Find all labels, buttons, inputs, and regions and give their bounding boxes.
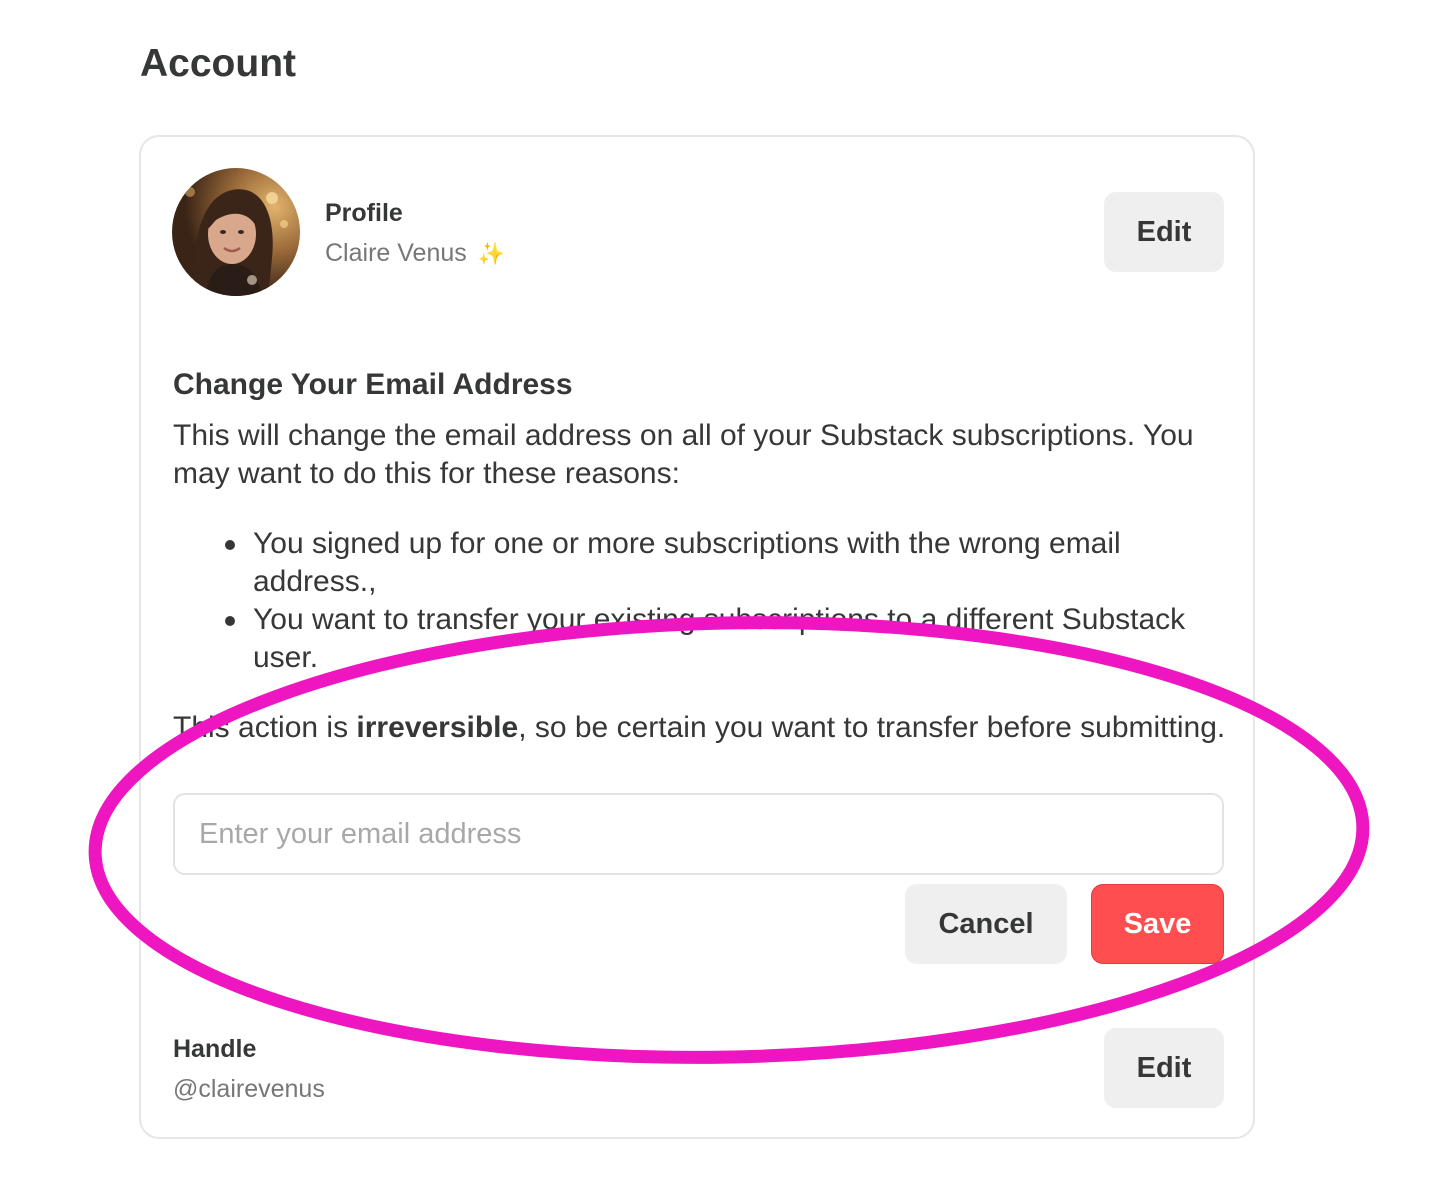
profile-label: Profile — [325, 199, 403, 227]
change-email-intro: This will change the email address on al… — [173, 419, 1194, 490]
cancel-button[interactable]: Cancel — [905, 884, 1067, 964]
handle-value: @clairevenus — [173, 1075, 325, 1103]
list-item: You signed up for one or more subscripti… — [225, 525, 1233, 601]
profile-name-text: Claire Venus — [325, 239, 467, 267]
save-button[interactable]: Save — [1091, 884, 1224, 964]
irreversible-warning: This action is irreversible, so be certa… — [173, 709, 1233, 747]
warning-prefix: This action is — [173, 711, 357, 744]
avatar — [172, 168, 300, 296]
handle-label: Handle — [173, 1035, 257, 1063]
email-input[interactable] — [173, 793, 1224, 875]
page-title: Account — [140, 42, 296, 85]
profile-name: Claire Venus ✨ — [325, 238, 505, 269]
list-item: You want to transfer your existing subsc… — [225, 601, 1233, 677]
edit-profile-button[interactable]: Edit — [1104, 192, 1224, 272]
reason-list: You signed up for one or more subscripti… — [225, 525, 1233, 677]
edit-handle-button[interactable]: Edit — [1104, 1028, 1224, 1108]
warning-suffix: , so be certain you want to transfer bef… — [518, 711, 1226, 744]
sparkles-icon: ✨ — [477, 241, 506, 266]
warning-bold: irreversible — [356, 711, 519, 744]
avatar-photo-icon — [172, 168, 300, 296]
change-email-heading: Change Your Email Address — [173, 368, 573, 401]
